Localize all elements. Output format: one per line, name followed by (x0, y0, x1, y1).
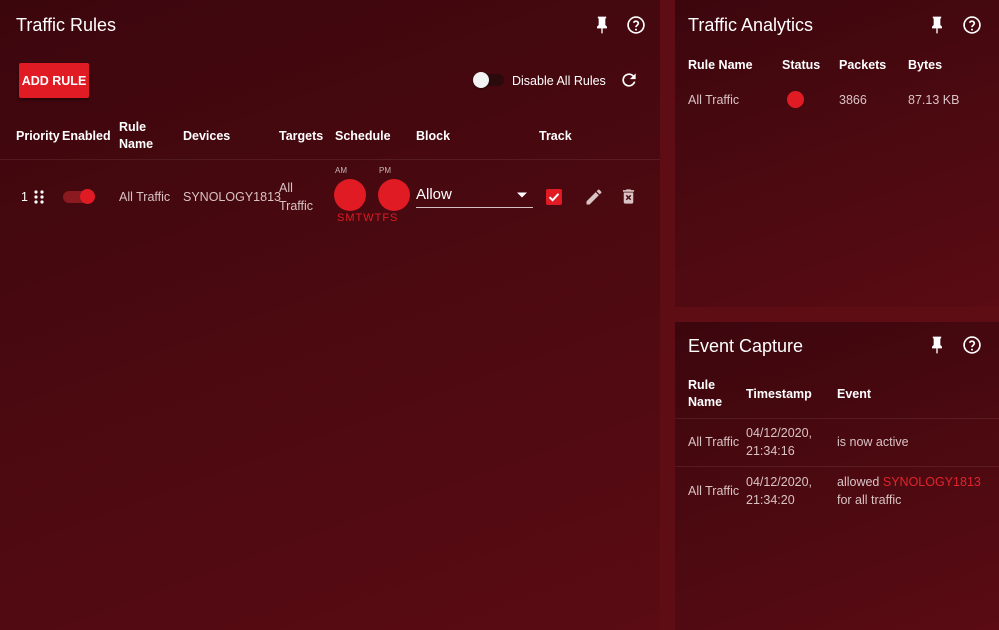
row-packets: 3866 (839, 93, 867, 107)
event-prefix: allowed (837, 475, 880, 489)
edit-icon[interactable] (584, 187, 604, 207)
block-select-underline (416, 207, 533, 208)
col-event: Event (837, 387, 872, 401)
panel-title: Traffic Rules (16, 15, 117, 35)
dropdown-arrow-icon[interactable] (516, 191, 528, 199)
col-rule-name-line2: Name (688, 395, 723, 409)
event-suffix: for all traffic (837, 493, 902, 507)
delete-icon[interactable] (619, 187, 638, 206)
row-targets-line1: All (279, 181, 293, 195)
col-rule-name: Rule Name (688, 377, 722, 411)
pin-icon[interactable] (927, 15, 947, 35)
help-icon[interactable] (962, 15, 982, 35)
row-rule-name: All Traffic (688, 435, 740, 449)
status-indicator (787, 91, 804, 108)
col-enabled: Enabled (62, 129, 111, 143)
col-rule-name: Rule Name (688, 58, 753, 72)
row-targets: All Traffic (279, 179, 313, 215)
row-date: 04/12/2020, (746, 475, 813, 489)
row-priority: 1 (21, 190, 28, 204)
row-date: 04/12/2020, (746, 426, 813, 440)
traffic-analytics-panel: Traffic Analytics Rule Name Status Packe… (675, 0, 999, 307)
panel-title: Traffic Analytics (688, 15, 814, 35)
row-device: SYNOLOGY1813 (183, 190, 281, 204)
row-timestamp: 04/12/2020, 21:34:16 (746, 424, 812, 460)
col-schedule: Schedule (335, 129, 391, 143)
disable-all-label: Disable All Rules (512, 74, 606, 88)
help-icon[interactable] (626, 15, 646, 35)
panel-title: Event Capture (688, 336, 804, 356)
block-select-value[interactable]: Allow (416, 186, 452, 203)
row-rule-name: All Traffic (688, 484, 740, 498)
event-capture-panel: Event Capture Rule Name Timestamp Event … (675, 322, 999, 630)
row-divider (675, 466, 999, 467)
traffic-rules-panel: Traffic Rules ADD RULE Disable All Rules… (0, 0, 660, 630)
event-device-link[interactable]: SYNOLOGY1813 (883, 475, 981, 489)
schedule-days: SMTWTFS (337, 212, 399, 224)
row-rule-name: All Traffic (688, 93, 740, 107)
row-bytes: 87.13 KB (908, 93, 960, 107)
col-block: Block (416, 129, 451, 143)
col-status: Status (782, 58, 821, 72)
schedule-pm-indicator[interactable] (378, 179, 410, 211)
pin-icon[interactable] (927, 335, 947, 355)
row-time: 21:34:16 (746, 444, 795, 458)
row-timestamp: 04/12/2020, 21:34:20 (746, 473, 812, 509)
toggle-knob[interactable] (473, 72, 489, 88)
col-bytes: Bytes (908, 58, 943, 72)
row-targets-line2: Traffic (279, 199, 314, 213)
col-priority: Priority (16, 129, 60, 143)
col-devices: Devices (183, 129, 231, 143)
schedule-am-label: AM (335, 166, 347, 175)
col-rule-name: Rule Name (119, 119, 153, 153)
row-event: allowed SYNOLOGY1813 for all traffic (837, 473, 981, 509)
col-rule-name-line1: Rule (119, 120, 147, 134)
col-rule-name-line2: Name (119, 137, 154, 151)
col-timestamp: Timestamp (746, 387, 812, 401)
header-divider (675, 418, 999, 419)
pin-icon[interactable] (592, 15, 612, 35)
track-checkbox[interactable] (546, 189, 562, 205)
schedule-am-indicator[interactable] (334, 179, 366, 211)
refresh-icon[interactable] (619, 70, 639, 90)
drag-handle-icon[interactable] (33, 189, 45, 205)
row-event: is now active (837, 435, 909, 449)
schedule-pm-label: PM (379, 166, 391, 175)
col-targets: Targets (279, 129, 324, 143)
row-time: 21:34:20 (746, 493, 795, 507)
checkmark-icon (548, 193, 560, 202)
col-track: Track (539, 129, 572, 143)
header-divider (0, 159, 660, 160)
add-rule-button[interactable]: ADD RULE (19, 63, 89, 98)
help-icon[interactable] (962, 335, 982, 355)
col-rule-name-line1: Rule (688, 378, 716, 392)
row-rule-name: All Traffic (119, 190, 171, 204)
enabled-toggle-knob[interactable] (80, 189, 95, 204)
col-packets: Packets (839, 58, 887, 72)
